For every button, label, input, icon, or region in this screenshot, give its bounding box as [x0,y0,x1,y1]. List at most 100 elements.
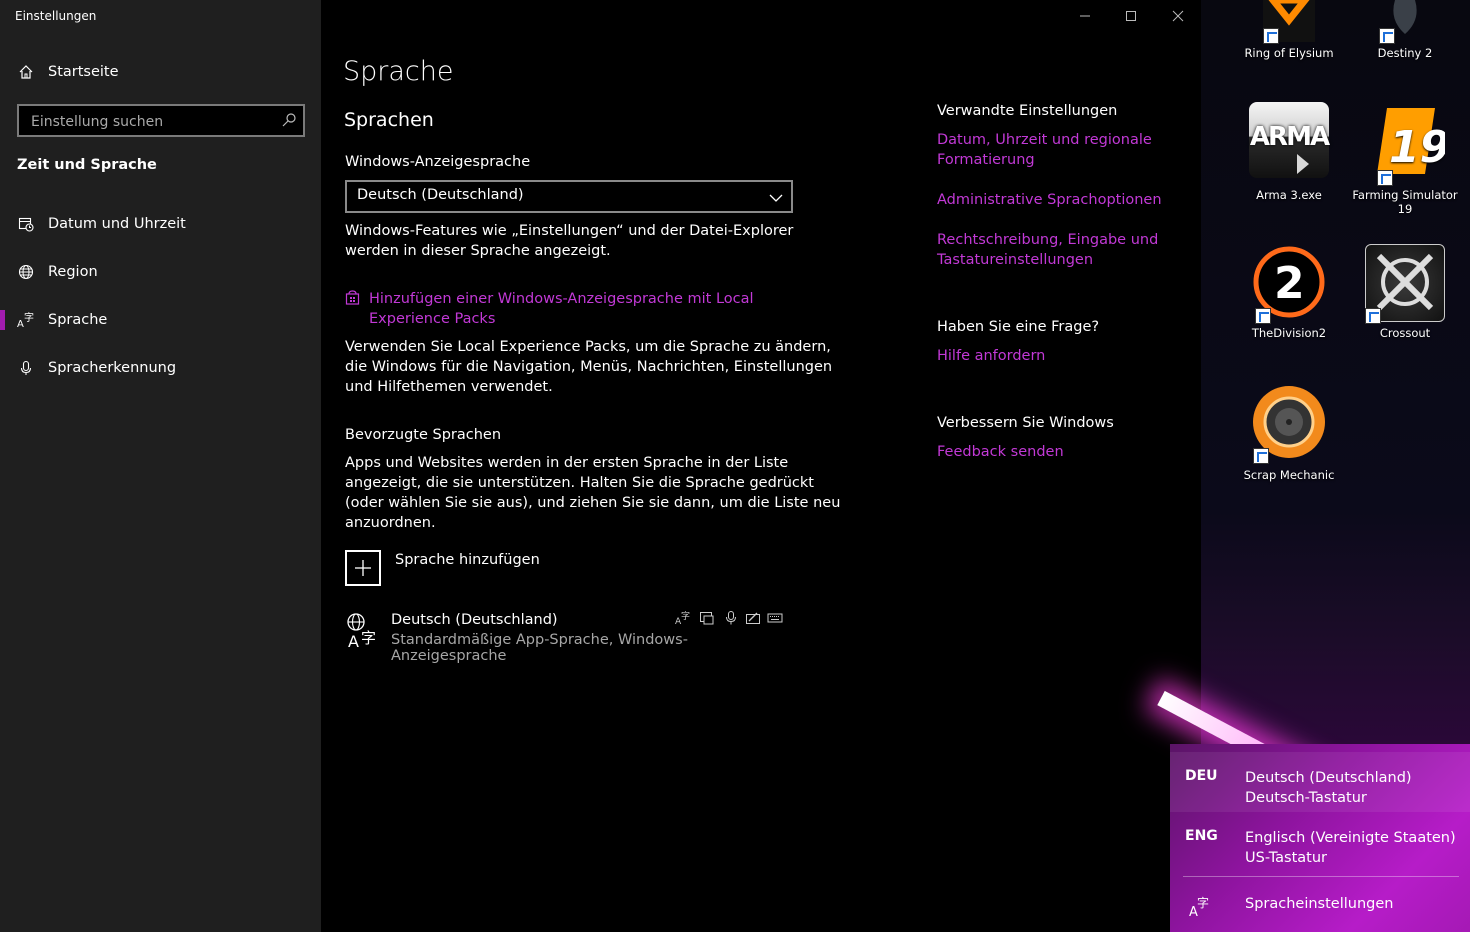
desktop-icon-arma-3[interactable]: ARMA Arma 3.exe [1234,102,1344,202]
svg-text:字: 字 [681,610,690,622]
preferred-languages-description: Apps und Websites werden in der ersten S… [345,453,840,533]
display-language-label: Windows-Anzeigesprache [345,154,531,170]
desktop-icon-farming-simulator-19[interactable]: 19 Farming Simulator 19 [1350,102,1460,216]
keyboard-layout: Deutsch-Tastatur [1245,790,1367,806]
feedback-link[interactable]: Feedback senden [937,442,1177,462]
link-line: Experience Packs [369,311,496,327]
link-line: Rechtschreibung, Eingabe und [937,232,1159,248]
desc-line: und Hilfethemen verwendet. [345,379,553,395]
label-line: 19 [1397,202,1413,216]
speech-recognition-icon [723,610,739,626]
flyout-item-deu[interactable]: DEU Deutsch (Deutschland) Deutsch-Tastat… [1170,752,1470,812]
desc-line: die Windows für die Navigation, Menüs, N… [345,359,833,375]
language-code: DEU [1185,768,1218,784]
desktop-icon-label: Crossout [1379,326,1431,340]
get-help-link[interactable]: Hilfe anfordern [937,346,1177,366]
label-line: Farming Simulator [1352,188,1458,202]
calendar-clock-icon [17,215,35,233]
search-box[interactable] [17,104,305,137]
svg-text:2: 2 [1274,258,1305,309]
sidebar: Einstellungen Startseite Zeit und Sprach… [0,0,321,932]
desktop-icon-label: Destiny 2 [1377,46,1433,60]
desc-line: (oder wählen Sie sie aus), und ziehen Si… [345,495,841,511]
app-title: Einstellungen [15,9,97,23]
dropdown-value: Deutsch (Deutschland) [357,187,524,203]
add-language-label[interactable]: Sprache hinzufügen [395,552,540,568]
sidebar-item-sprache[interactable]: A字 Sprache [0,300,321,340]
desktop-icon-ring-of-elysium[interactable]: Ring of Elysium [1234,0,1344,60]
spelling-typing-keyboard-link[interactable]: Rechtschreibung, Eingabe und Tastaturein… [937,230,1177,270]
close-icon [1172,10,1184,22]
svg-text:A: A [348,632,359,648]
language-icon: A字 [17,311,35,329]
minimize-button[interactable] [1075,6,1095,26]
sidebar-item-region[interactable]: Region [0,252,321,292]
maximize-button[interactable] [1121,6,1141,26]
language-list-item[interactable]: A 字 Deutsch (Deutschland) Standardmäßige… [345,610,795,664]
shortcut-arrow-icon [1365,308,1381,324]
keyboard-layout: US-Tastatur [1245,850,1328,866]
language-name: Deutsch (Deutschland) [391,612,558,628]
shortcut-arrow-icon [1379,28,1395,44]
display-language-dropdown[interactable]: Deutsch (Deutschland) [345,180,793,213]
handwriting-icon [745,610,761,626]
desktop-icon-the-division-2[interactable]: 2 TheDivision2 [1234,244,1344,340]
sidebar-item-label: Datum und Uhrzeit [48,216,186,232]
sidebar-item-spracherkennung[interactable]: Spracherkennung [0,348,321,388]
crossout-icon [1365,244,1445,324]
language-settings-link[interactable]: Spracheinstellungen [1245,896,1393,912]
sidebar-item-label: Region [48,264,98,280]
date-time-regional-link[interactable]: Datum, Uhrzeit und regionale Formatierun… [937,130,1177,170]
desc-line: angezeigt, die sie unterstützen. Halten … [345,475,814,491]
maximize-icon [1126,11,1136,21]
language-settings-icon: A字 [1188,894,1212,920]
search-icon[interactable] [281,112,297,128]
section-header: Zeit und Sprache [17,157,157,173]
desktop-icon-label: Arma 3.exe [1256,188,1322,202]
input-language-flyout: DEU Deutsch (Deutschland) Deutsch-Tastat… [1170,744,1470,932]
preferred-languages-title: Bevorzugte Sprachen [345,427,502,443]
add-language-button[interactable] [345,550,381,586]
text-to-speech-icon [699,610,715,626]
svg-text:19: 19 [1389,122,1445,173]
scrap-mechanic-icon [1249,382,1329,464]
chevron-down-icon [769,190,783,204]
microphone-icon [17,359,35,377]
question-heading: Haben Sie eine Frage? [937,319,1100,335]
home-button[interactable]: Startseite [0,52,321,92]
page-title: Sprache [343,56,454,87]
home-icon [17,63,35,81]
flyout-item-eng[interactable]: ENG Englisch (Vereinigte Staaten) US-Tas… [1170,812,1470,872]
link-line: Tastatureinstellungen [937,252,1094,268]
desc-line: werden in dieser Sprache angezeigt. [345,243,611,259]
close-button[interactable] [1168,6,1188,26]
svg-text:字: 字 [361,629,376,647]
admin-language-options-link[interactable]: Administrative Sprachoptionen [937,190,1177,210]
shortcut-arrow-icon [1263,28,1279,44]
link-line: Formatierung [937,152,1035,168]
language-name: Deutsch (Deutschland) [1245,770,1412,786]
desktop-icon-crossout[interactable]: Crossout [1350,244,1460,340]
shortcut-arrow-icon [1377,170,1393,186]
flyout-divider [1183,876,1459,877]
desktop-icon-label: Scrap Mechanic [1243,468,1335,482]
local-experience-packs-link[interactable]: Hinzufügen einer Windows-Anzeigesprache … [369,289,754,329]
sidebar-item-datum-und-uhrzeit[interactable]: Datum und Uhrzeit [0,204,321,244]
home-label: Startseite [48,64,119,80]
related-settings-heading: Verwandte Einstellungen [937,103,1118,119]
store-icon [345,290,360,305]
desktop-icon-label: TheDivision2 [1251,326,1327,340]
desc-line: anzuordnen. [345,515,436,531]
keyboard-icon [767,610,783,626]
shortcut-arrow-icon [1255,308,1271,324]
plus-icon [355,560,371,576]
desc-line: Windows-Features wie „Einstellungen“ und… [345,223,794,239]
search-input[interactable] [29,111,273,133]
display-language-feature-icon: A字 [675,610,691,627]
sidebar-item-label: Spracherkennung [48,360,177,376]
desktop-icon-scrap-mechanic[interactable]: Scrap Mechanic [1234,382,1344,482]
minimize-icon [1080,15,1090,17]
desktop-icon-destiny-2[interactable]: Destiny 2 [1350,0,1460,60]
link-line: Hinzufügen einer Windows-Anzeigesprache … [369,291,754,307]
farming-simulator-19-icon: 19 [1365,102,1445,186]
